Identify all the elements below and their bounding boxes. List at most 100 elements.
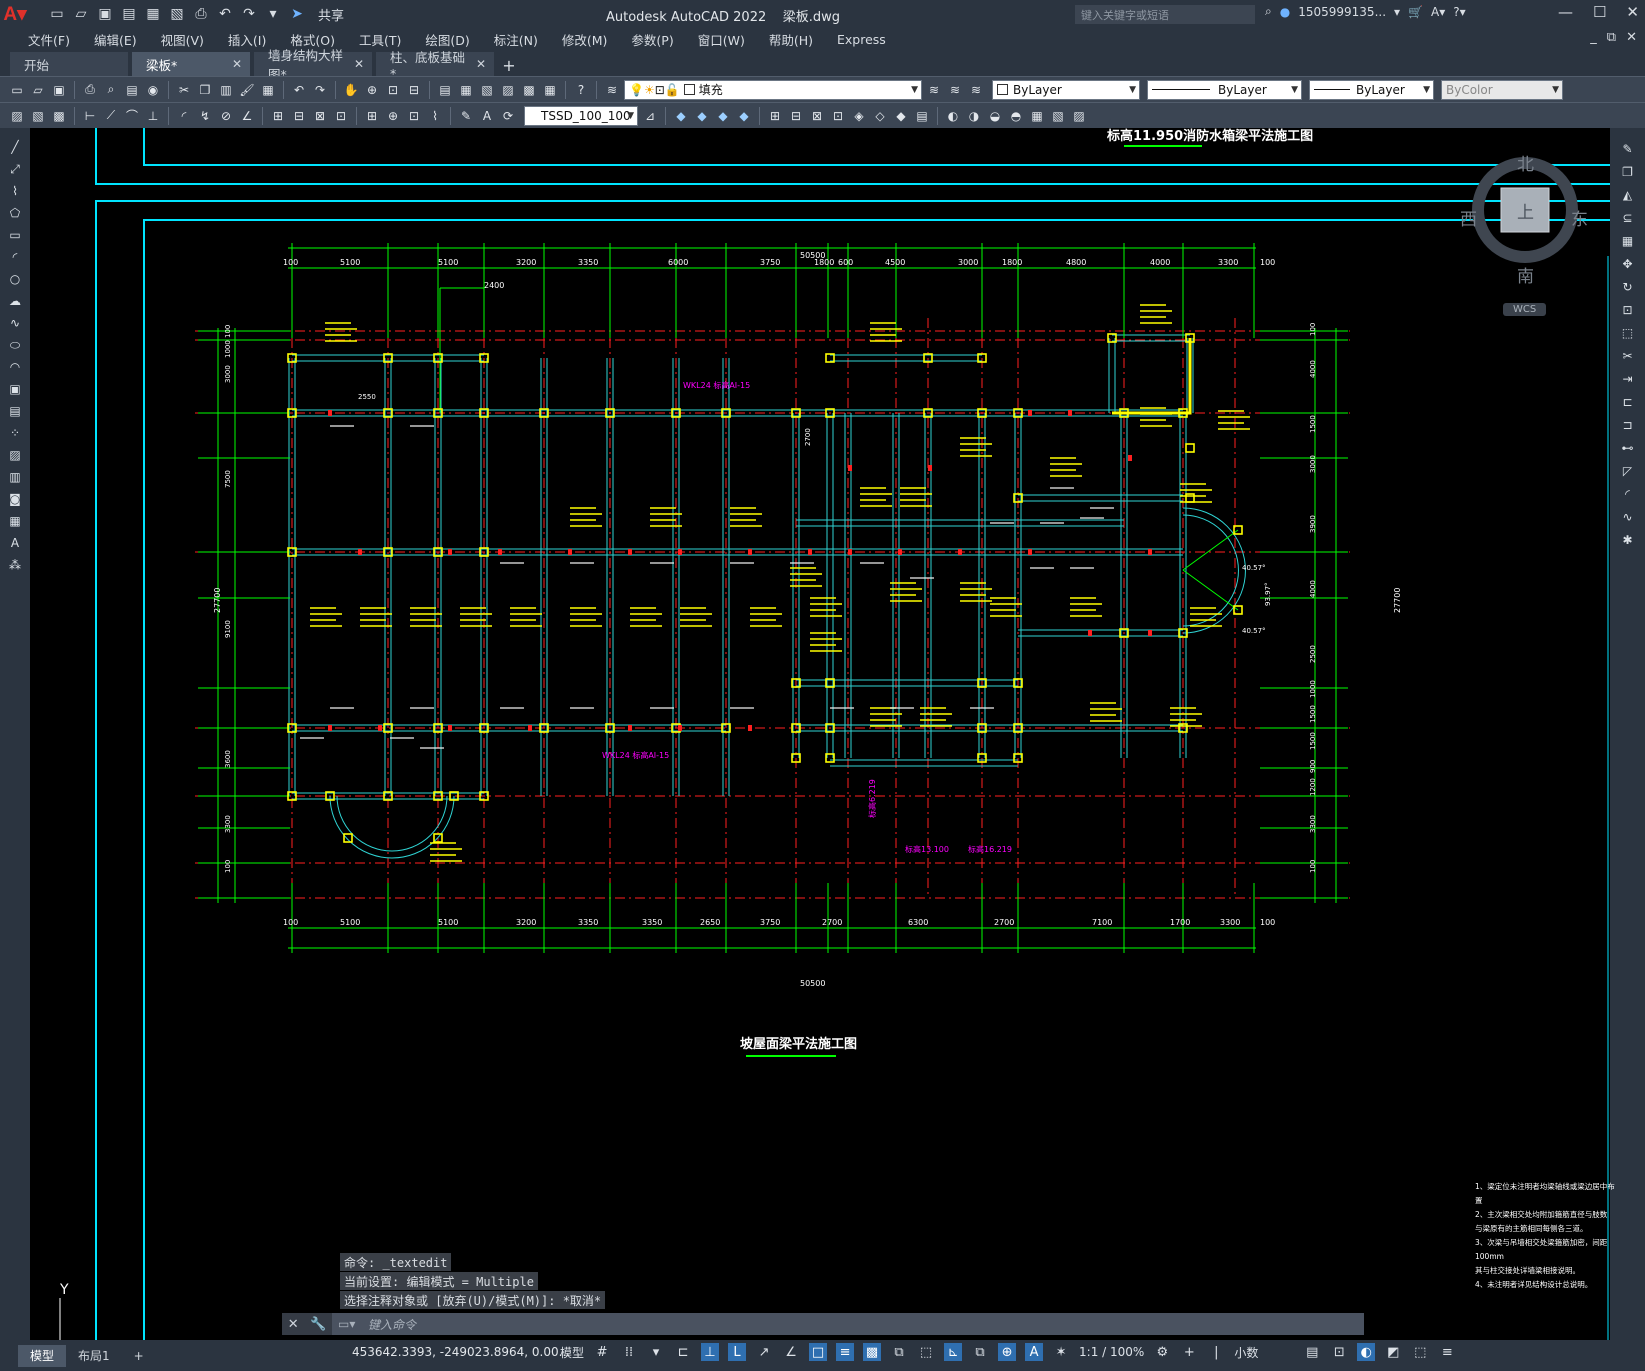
- autoscale-icon[interactable]: ✶: [1052, 1343, 1070, 1361]
- new-file-icon[interactable]: ▭: [48, 6, 66, 22]
- inspection-icon[interactable]: ⊡: [405, 107, 423, 125]
- viewcube-top[interactable]: 上: [1517, 198, 1534, 223]
- layer-states-icon[interactable]: ≋: [967, 81, 985, 99]
- grid-icon[interactable]: #: [593, 1343, 611, 1361]
- ellipse-icon[interactable]: ⬭: [5, 336, 25, 354]
- ellipse-arc-icon[interactable]: ◠: [5, 358, 25, 376]
- new-tab-icon[interactable]: +: [498, 54, 520, 76]
- line-icon[interactable]: ╱: [5, 138, 25, 156]
- open-web-icon[interactable]: ▦: [144, 6, 162, 22]
- share-icon[interactable]: ➤: [288, 6, 306, 22]
- radius-dim-icon[interactable]: ◜: [175, 107, 193, 125]
- menu-help[interactable]: 帮助(H): [757, 30, 825, 49]
- polar-tracking-icon[interactable]: ↗: [755, 1343, 773, 1361]
- layer-previous-icon[interactable]: ≋: [946, 81, 964, 99]
- menu-parametric[interactable]: 参数(P): [619, 30, 685, 49]
- selection-filter-icon[interactable]: ⧉: [971, 1343, 989, 1361]
- tssd-k-icon[interactable]: ◆: [892, 107, 910, 125]
- customize-status-icon[interactable]: ≡: [1438, 1343, 1456, 1361]
- insert-block-icon[interactable]: ▣: [5, 380, 25, 398]
- stretch-icon[interactable]: ⬚: [1618, 324, 1638, 342]
- zoom-window-icon[interactable]: ⊡: [384, 81, 402, 99]
- redo-icon[interactable]: ↷: [240, 6, 258, 22]
- publish-icon[interactable]: ▤: [123, 81, 141, 99]
- zoom-previous-icon[interactable]: ⊟: [405, 81, 423, 99]
- baseline-dim-icon[interactable]: ⊟: [290, 107, 308, 125]
- customize-dropdown-icon[interactable]: ▾: [264, 6, 282, 22]
- rectangle-icon[interactable]: ▭: [5, 226, 25, 244]
- viewcube-east[interactable]: 东: [1571, 205, 1588, 230]
- explode-icon[interactable]: ✱: [1618, 531, 1638, 549]
- search-input[interactable]: 键入关键字或短语: [1075, 5, 1255, 24]
- menu-edit[interactable]: 编辑(E): [82, 30, 149, 49]
- tssd-tool-3-icon[interactable]: ▩: [50, 107, 68, 125]
- close-command-line-icon[interactable]: ✕: [288, 1317, 299, 1332]
- add-selected-icon[interactable]: ⁂: [5, 556, 25, 574]
- tab-close-icon[interactable]: ✕: [354, 57, 364, 71]
- dim-update-icon[interactable]: ⟳: [499, 107, 517, 125]
- pan-icon[interactable]: ✋: [342, 81, 360, 99]
- annotation-visibility-icon[interactable]: A: [1025, 1343, 1044, 1361]
- transparency-icon[interactable]: ▩: [863, 1343, 882, 1361]
- tssd-s-icon[interactable]: ▨: [1070, 107, 1088, 125]
- sheet-set-icon[interactable]: ▨: [499, 81, 517, 99]
- annotation-monitor-icon[interactable]: +: [1180, 1343, 1198, 1361]
- maximize-icon[interactable]: ☐: [1593, 3, 1606, 21]
- center-mark-icon[interactable]: ⊕: [384, 107, 402, 125]
- mdi-minimize-icon[interactable]: _: [1590, 30, 1597, 45]
- help-icon[interactable]: ?▾: [1453, 5, 1465, 19]
- undo-icon[interactable]: ↶: [290, 81, 308, 99]
- gizmo-icon[interactable]: ⊕: [998, 1343, 1017, 1361]
- plot-preview-icon[interactable]: ⌕: [102, 81, 120, 99]
- menu-express[interactable]: Express: [825, 32, 898, 47]
- tab-start[interactable]: 开始: [10, 52, 128, 76]
- tssd-a-icon[interactable]: ◆: [672, 107, 690, 125]
- menu-draw[interactable]: 绘图(D): [413, 30, 481, 49]
- minimize-icon[interactable]: —: [1558, 3, 1573, 21]
- isodraft-icon[interactable]: ∠: [782, 1343, 800, 1361]
- break-icon[interactable]: ⊐: [1618, 416, 1638, 434]
- tssd-g-icon[interactable]: ⊠: [808, 107, 826, 125]
- mirror-icon[interactable]: ◭: [1618, 186, 1638, 204]
- viewcube[interactable]: 北 南 西 东 上 WCS: [1460, 150, 1588, 316]
- chamfer-icon[interactable]: ◸: [1618, 462, 1638, 480]
- block-editor-icon[interactable]: ▦: [259, 81, 277, 99]
- isolate-objects-icon[interactable]: ◐: [1357, 1343, 1376, 1361]
- extend-icon[interactable]: ⇥: [1618, 370, 1638, 388]
- quick-properties-icon[interactable]: ▤: [1303, 1343, 1321, 1361]
- design-center-icon[interactable]: ▦: [457, 81, 475, 99]
- menu-view[interactable]: 视图(V): [149, 30, 216, 49]
- zoom-realtime-icon[interactable]: ⊕: [363, 81, 381, 99]
- hatch-icon[interactable]: ▨: [5, 446, 25, 464]
- dim-space-icon[interactable]: ⊡: [332, 107, 350, 125]
- table-icon[interactable]: ▦: [5, 512, 25, 530]
- plot-icon[interactable]: ⎙: [192, 6, 210, 22]
- match-properties-icon[interactable]: 🖌: [238, 81, 256, 99]
- array-icon[interactable]: ▦: [1618, 232, 1638, 250]
- wcs-dropdown[interactable]: WCS: [1503, 303, 1547, 316]
- snap-dropdown-icon[interactable]: ▾: [647, 1343, 665, 1361]
- blend-curves-icon[interactable]: ∿: [1618, 508, 1638, 526]
- tssd-i-icon[interactable]: ◈: [850, 107, 868, 125]
- coordinates-readout[interactable]: 453642.3393, -249023.8964, 0.00...: [352, 1345, 570, 1359]
- units-dropdown[interactable]: 小数: [1234, 1344, 1294, 1361]
- cart-icon[interactable]: 🛒: [1408, 5, 1423, 19]
- lineweight-dropdown[interactable]: ByLayer ▼: [1309, 79, 1434, 100]
- tssd-c-icon[interactable]: ◆: [714, 107, 732, 125]
- tssd-b-icon[interactable]: ◆: [693, 107, 711, 125]
- tssd-d-icon[interactable]: ◆: [735, 107, 753, 125]
- tab-wall-detail[interactable]: 墙身结构大样图* ✕: [254, 48, 372, 82]
- make-current-layer-icon[interactable]: ≋: [925, 81, 943, 99]
- tssd-h-icon[interactable]: ⊡: [829, 107, 847, 125]
- user-icon[interactable]: ●: [1280, 5, 1290, 19]
- calculator-icon[interactable]: ▦: [541, 81, 559, 99]
- dynamic-ucs-icon[interactable]: ⊾: [944, 1343, 963, 1361]
- viewcube-north[interactable]: 北: [1517, 150, 1534, 175]
- circle-icon[interactable]: ○: [5, 270, 25, 288]
- mdi-close-icon[interactable]: ✕: [1626, 30, 1637, 45]
- plot-icon[interactable]: ⎙: [81, 81, 99, 99]
- mtext-icon[interactable]: A: [5, 534, 25, 552]
- properties-icon[interactable]: ▤: [436, 81, 454, 99]
- viewcube-south[interactable]: 南: [1517, 262, 1534, 287]
- lock-ui-icon[interactable]: ⊡: [1330, 1343, 1348, 1361]
